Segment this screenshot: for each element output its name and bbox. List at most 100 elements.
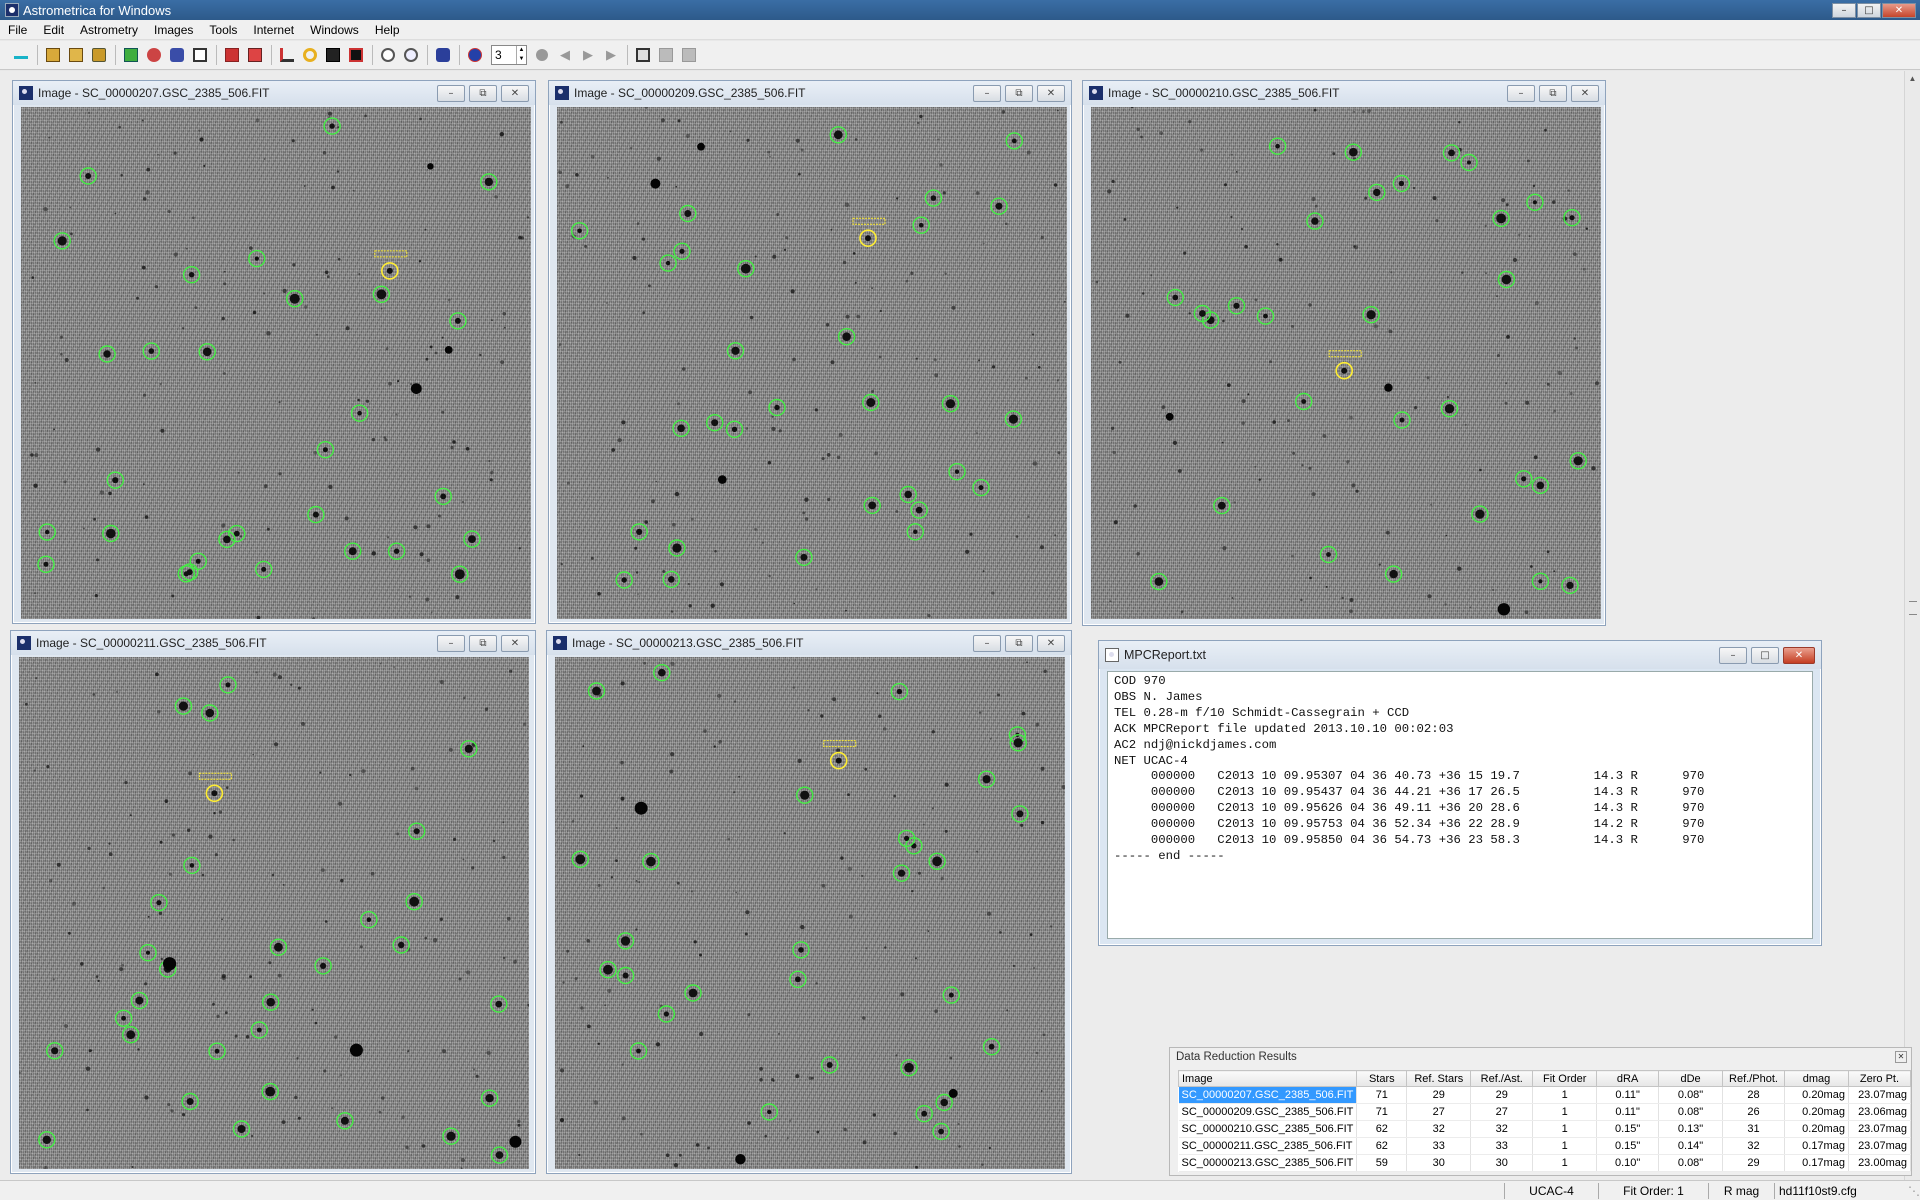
column-header[interactable]: Ref. Stars (1406, 1070, 1472, 1087)
reference-star-marker[interactable] (106, 471, 125, 489)
reference-star-marker[interactable] (261, 1082, 279, 1101)
child-restore-button[interactable]: ⧉ (1539, 84, 1567, 102)
table-row[interactable]: SC_00000210.GSC_2385_506.FIT 62 32 32 1 0.15"… (1178, 1120, 1912, 1138)
frame-icon[interactable] (632, 44, 654, 66)
reference-star-marker[interactable] (442, 1127, 460, 1145)
reference-star-marker[interactable] (316, 441, 335, 459)
column-header[interactable]: dRA (1596, 1070, 1660, 1087)
reference-star-marker[interactable] (98, 345, 116, 363)
reference-star-marker[interactable] (906, 523, 924, 541)
menu-images[interactable]: Images (146, 23, 201, 37)
reference-star-marker[interactable] (182, 265, 201, 284)
track-icon[interactable] (432, 44, 454, 66)
child-minimize-button[interactable]: – (973, 634, 1001, 652)
menu-astrometry[interactable]: Astrometry (72, 23, 146, 37)
close-button[interactable]: ✕ (1882, 2, 1916, 18)
reference-star-marker[interactable] (737, 259, 755, 278)
image-window[interactable]: Image - SC_00000207.GSC_2385_506.FIT – ⧉… (12, 80, 536, 624)
reference-star-marker[interactable] (344, 542, 362, 560)
menu-edit[interactable]: Edit (35, 23, 72, 37)
reference-star-marker[interactable] (982, 1038, 1001, 1056)
spin-up-icon[interactable]: ▲ (517, 46, 526, 55)
reference-star-marker[interactable] (948, 463, 966, 481)
star-field-image[interactable] (555, 657, 1065, 1169)
reference-star-marker[interactable] (1526, 193, 1544, 212)
catalog-icon[interactable] (166, 44, 188, 66)
edit-icon[interactable] (322, 44, 344, 66)
reference-star-marker[interactable] (599, 961, 617, 979)
reference-star-marker[interactable] (248, 249, 266, 268)
reference-star-marker[interactable] (837, 327, 856, 346)
image-window[interactable]: Image - SC_00000209.GSC_2385_506.FIT – ⧉… (548, 80, 1072, 624)
reference-star-marker[interactable] (795, 786, 814, 804)
clear-icon[interactable] (244, 44, 266, 66)
reference-star-marker[interactable] (286, 289, 304, 308)
child-close-button[interactable]: ✕ (1037, 84, 1065, 102)
reference-star-marker[interactable] (616, 966, 635, 985)
reference-star-marker[interactable] (219, 676, 237, 694)
column-header[interactable]: Ref./Ast. (1470, 1070, 1534, 1087)
reference-star-marker[interactable] (480, 1089, 499, 1107)
reference-star-marker[interactable] (587, 682, 606, 700)
child-minimize-button[interactable]: – (437, 84, 465, 102)
reference-star-marker[interactable] (829, 126, 847, 144)
scroll-up-icon[interactable]: ▲ (1905, 71, 1920, 87)
reference-star-marker[interactable] (659, 254, 677, 272)
reference-star-marker[interactable] (1515, 470, 1533, 488)
child-restore-button[interactable]: ⧉ (1005, 634, 1033, 652)
reference-star-marker[interactable] (705, 414, 724, 432)
reference-star-marker[interactable] (615, 571, 633, 589)
mpc-report-text[interactable]: COD 970 OBS N. James TEL 0.28-m f/10 Sch… (1107, 671, 1813, 939)
reference-star-marker[interactable] (768, 398, 786, 417)
reference-star-marker[interactable] (662, 570, 681, 589)
reference-star-marker[interactable] (1531, 572, 1550, 590)
open-images-icon[interactable] (42, 44, 64, 66)
next-icon[interactable]: ▶ (600, 44, 622, 66)
report-close-button[interactable]: ✕ (1783, 646, 1815, 664)
settings-icon[interactable] (143, 44, 165, 66)
zoom-in-icon[interactable] (377, 44, 399, 66)
reference-star-marker[interactable] (862, 393, 880, 412)
reference-star-marker[interactable] (616, 932, 635, 950)
reference-star-marker[interactable] (941, 395, 960, 413)
reference-star-marker[interactable] (1306, 212, 1324, 230)
target-object-marker[interactable] (852, 217, 886, 247)
reference-star-marker[interactable] (1256, 307, 1275, 325)
reference-star-marker[interactable] (38, 1131, 56, 1149)
reference-star-marker[interactable] (1460, 153, 1478, 172)
table-row[interactable]: SC_00000211.GSC_2385_506.FIT 62 33 33 1 0.15"… (1178, 1137, 1912, 1155)
reference-star-marker[interactable] (1268, 137, 1287, 155)
child-minimize-button[interactable]: – (437, 634, 465, 652)
reference-star-marker[interactable] (37, 555, 55, 573)
reference-star-marker[interactable] (1393, 411, 1411, 429)
column-header[interactable]: Ref./Phot. (1722, 1070, 1785, 1087)
reference-star-marker[interactable] (1531, 476, 1549, 495)
reference-star-marker[interactable] (350, 404, 369, 422)
reference-star-marker[interactable] (79, 167, 97, 185)
reference-star-marker[interactable] (53, 232, 71, 250)
reference-star-marker[interactable] (571, 850, 589, 869)
zoom-out-icon[interactable] (400, 44, 422, 66)
reference-star-marker[interactable] (1319, 545, 1338, 564)
reference-star-marker[interactable] (1368, 183, 1386, 202)
reference-star-marker[interactable] (1362, 305, 1380, 324)
reference-star-marker[interactable] (821, 1056, 839, 1074)
reference-star-marker[interactable] (405, 892, 423, 911)
reference-star-marker[interactable] (915, 1105, 933, 1123)
first-icon[interactable]: ◀ (554, 44, 576, 66)
reference-star-marker[interactable] (314, 957, 332, 975)
reference-star-marker[interactable] (114, 1009, 133, 1027)
reference-star-marker[interactable] (102, 524, 120, 543)
reference-star-marker[interactable] (150, 893, 168, 912)
menu-windows[interactable]: Windows (302, 23, 367, 37)
reference-star-marker[interactable] (990, 197, 1008, 215)
reference-star-marker[interactable] (1440, 400, 1459, 418)
reference-star-marker[interactable] (1569, 452, 1587, 470)
reference-star-marker[interactable] (208, 1042, 226, 1060)
reference-star-marker[interactable] (977, 770, 996, 788)
child-close-button[interactable]: ✕ (501, 634, 529, 652)
child-minimize-button[interactable]: – (973, 84, 1001, 102)
reference-star-marker[interactable] (323, 117, 341, 135)
reference-star-marker[interactable] (1166, 288, 1185, 307)
reference-star-marker[interactable] (38, 523, 56, 541)
